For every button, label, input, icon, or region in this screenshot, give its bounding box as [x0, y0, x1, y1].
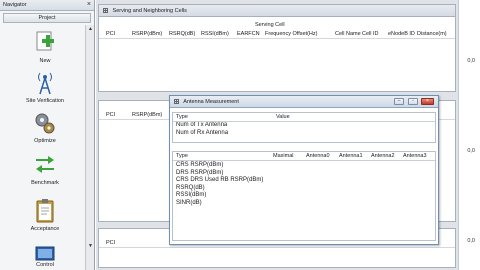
scale-label: 0,0	[467, 148, 475, 154]
antenna-count-table: Type Value Num of Tx Antenna Num of Rx A…	[172, 112, 436, 143]
group-header: Serving Cell	[255, 22, 285, 28]
column-header[interactable]: EARFCN	[237, 31, 260, 37]
minimize-button[interactable]: –	[394, 98, 404, 105]
table-row[interactable]: CRS RSRP(dBm)	[173, 162, 435, 170]
column-header[interactable]: PCI	[106, 240, 115, 246]
column-header[interactable]: PCI	[106, 112, 115, 118]
scale-label: 0,0	[467, 238, 475, 244]
nav-item-benchmark[interactable]: Benchmark	[18, 152, 72, 186]
serving-cells-panel: Serving and Neighboring Cells Serving Ce…	[98, 4, 456, 92]
close-button[interactable]: ×	[421, 98, 434, 105]
column-header[interactable]: Antenna0	[306, 153, 330, 159]
column-header[interactable]: Antenna1	[339, 153, 363, 159]
nav-item-control[interactable]: Control	[18, 246, 72, 268]
antenna-tower-icon	[38, 72, 52, 95]
scroll-up-icon[interactable]: ▲	[87, 26, 94, 33]
table-row[interactable]: SINR(dB)	[173, 200, 435, 208]
table-row[interactable]: DRS RSRP(dBm)	[173, 170, 435, 178]
table-row[interactable]: Num of Tx Antenna	[173, 122, 435, 130]
column-header[interactable]: Type	[176, 153, 188, 159]
new-plus-icon	[36, 31, 54, 51]
nav-item-site-verification[interactable]: Site Verification	[18, 70, 72, 104]
column-header[interactable]: RSRP(dBm)	[132, 31, 162, 37]
gears-icon	[35, 113, 55, 134]
column-header[interactable]: Maximal	[273, 153, 293, 159]
table-row[interactable]: RSSI(dBm)	[173, 192, 435, 200]
scroll-down-icon[interactable]: ▼	[87, 243, 94, 250]
nav-item-label: Acceptance	[30, 226, 60, 232]
column-header[interactable]: eNodeB ID	[388, 31, 415, 37]
column-header[interactable]: PCI	[106, 31, 115, 37]
nav-item-label: Control	[36, 262, 54, 268]
column-header-row: PCI RSRP(dBm) RSRQ(dB) RSSI(dBm) EARFCN …	[99, 30, 455, 39]
column-header[interactable]: RSSI(dBm)	[201, 31, 229, 37]
table-row[interactable]: CRS DRS Used RB RSRP(dBm)	[173, 177, 435, 185]
column-header[interactable]: Antenna2	[371, 153, 395, 159]
antenna-measurement-table: Type Maximal Antenna0 Antenna1 Antenna2 …	[172, 151, 436, 241]
clipboard-icon	[36, 199, 54, 223]
dialog-title-bar[interactable]: Antenna Measurement – ▫ ×	[170, 96, 438, 108]
column-header[interactable]: Value	[276, 114, 290, 120]
grid-icon	[174, 99, 179, 104]
nav-item-label: Site Verification	[26, 98, 64, 104]
column-header[interactable]: Frequency Offset(Hz)	[265, 31, 317, 37]
table-header-row: Type Maximal Antenna0 Antenna1 Antenna2 …	[173, 152, 435, 161]
scale-label: 0,0	[467, 58, 475, 64]
arrows-icon	[36, 156, 54, 173]
column-header[interactable]: Type	[176, 114, 188, 120]
scale-strip: 0,0 0,0 0,0	[458, 0, 480, 270]
navigator-scrollbar[interactable]: ▲ ▼	[85, 25, 94, 270]
column-header[interactable]: Cell ID	[362, 31, 379, 37]
column-header[interactable]: Distance(m)	[417, 31, 447, 37]
navigator-panel: Navigator × Project New Site Verificatio…	[0, 0, 95, 270]
nav-item-optimize[interactable]: Optimize	[18, 110, 72, 144]
navigator-title: Navigator	[3, 2, 27, 8]
project-tab[interactable]: Project	[3, 13, 91, 23]
close-icon[interactable]: ×	[87, 1, 91, 8]
maximize-button[interactable]: ▫	[408, 98, 418, 105]
table-header-row: Type Value	[173, 113, 435, 122]
table-row[interactable]: Num of Rx Antenna	[173, 130, 435, 138]
nav-item-label: New	[39, 58, 51, 64]
nav-item-new[interactable]: New	[18, 30, 72, 64]
nav-item-acceptance[interactable]: Acceptance	[18, 198, 72, 232]
grid-icon	[103, 8, 108, 13]
nav-item-label: Optimize	[34, 138, 56, 144]
panel-title-bar: Serving and Neighboring Cells	[99, 5, 455, 17]
panel-title: Serving and Neighboring Cells	[112, 8, 187, 14]
column-header[interactable]: RSRQ(dB)	[169, 31, 195, 37]
monitor-icon	[35, 246, 55, 261]
antenna-measurement-dialog: Antenna Measurement – ▫ × Type Value Num…	[169, 95, 439, 245]
dialog-title: Antenna Measurement	[183, 99, 239, 105]
column-header[interactable]: Cell Name	[335, 31, 361, 37]
navigator-title-bar: Navigator ×	[0, 0, 94, 11]
table-row[interactable]: RSRQ(dB)	[173, 185, 435, 193]
nav-item-label: Benchmark	[31, 180, 59, 186]
column-header[interactable]: Antenna3	[403, 153, 427, 159]
column-header[interactable]: RSRP(dBm)	[132, 112, 162, 118]
